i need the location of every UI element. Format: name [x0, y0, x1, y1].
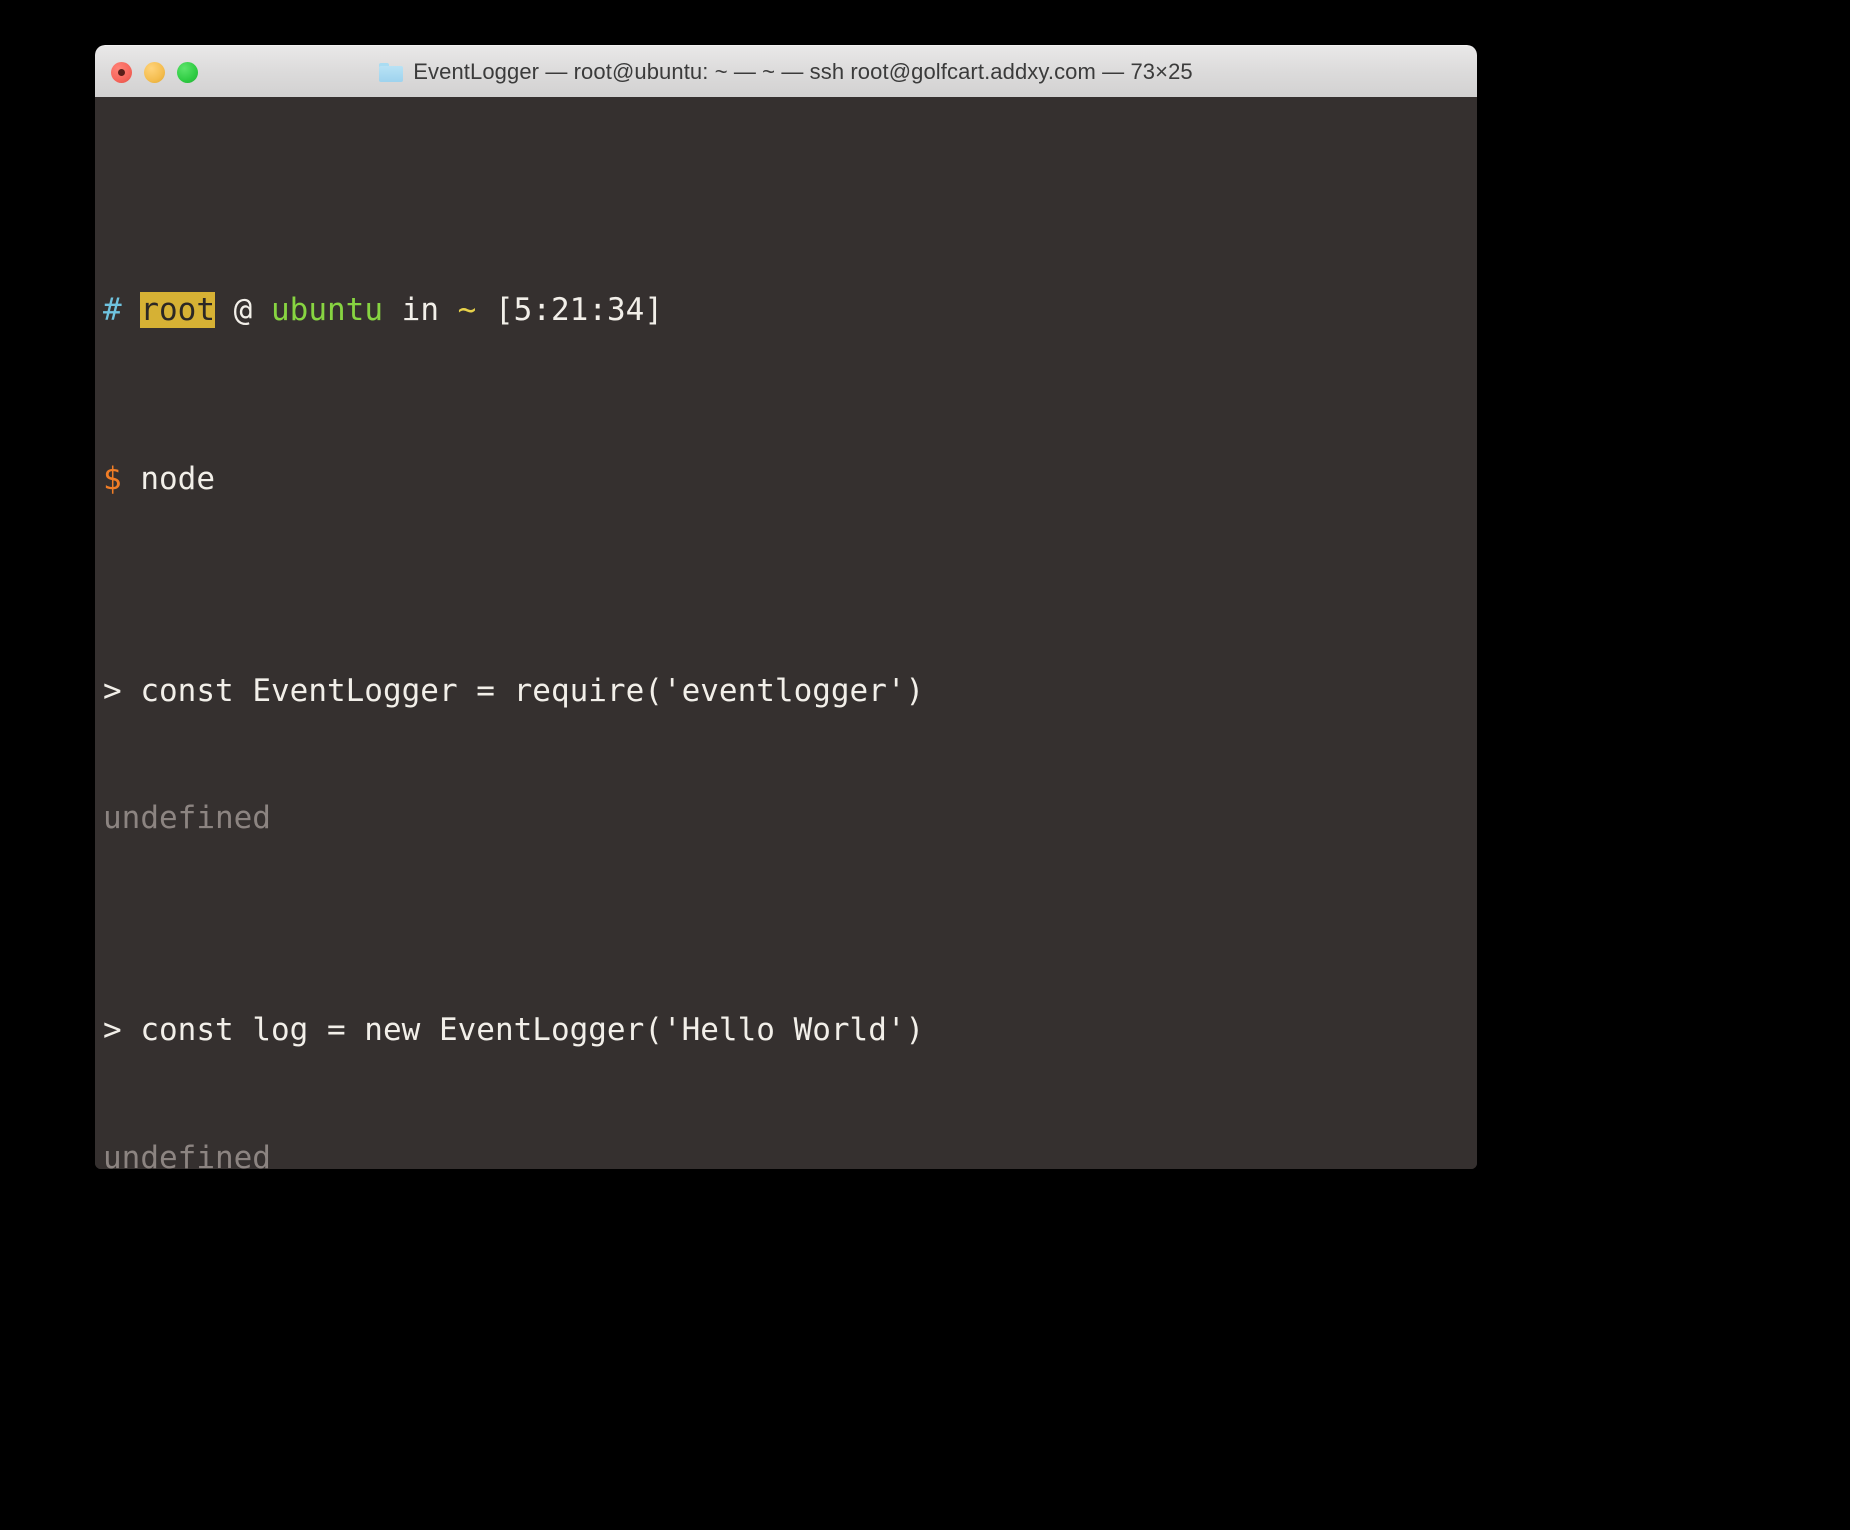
repl-input-text: const EventLogger = require('eventlogger…: [140, 673, 925, 710]
close-button[interactable]: [111, 61, 132, 83]
dollar-symbol: $: [103, 461, 122, 498]
window-title-text: EventLogger — root@ubuntu: ~ — ~ — ssh r…: [413, 59, 1193, 84]
prompt-at-symbol: @: [233, 291, 253, 328]
repl-prompt-symbol: >: [103, 673, 122, 710]
window-title-group: EventLogger — root@ubuntu: ~ — ~ — ssh r…: [379, 59, 1193, 85]
repl-input-text: const log = new EventLogger('Hello World…: [140, 1012, 925, 1049]
prompt-hash-symbol: #: [103, 291, 122, 328]
repl-input-line: > const EventLogger = require('eventlogg…: [103, 670, 1477, 712]
terminal-window: EventLogger — root@ubuntu: ~ — ~ — ssh r…: [95, 45, 1477, 1169]
repl-output-line: undefined: [103, 797, 1477, 839]
prompt-user: root: [140, 291, 215, 328]
terminal-output: # root @ ubuntu in ~ [5:21:34] $ node > …: [95, 119, 1477, 1169]
repl-prompt-symbol: >: [103, 1012, 122, 1049]
repl-output-text: undefined: [103, 1139, 271, 1169]
screen: EventLogger — root@ubuntu: ~ — ~ — ssh r…: [0, 0, 1850, 1530]
shell-prompt-line: # root @ ubuntu in ~ [5:21:34]: [103, 289, 1477, 331]
prompt-in-word: in: [401, 291, 439, 328]
window-titlebar[interactable]: EventLogger — root@ubuntu: ~ — ~ — ssh r…: [95, 45, 1477, 99]
prompt-cwd: ~: [457, 291, 477, 328]
terminal-body[interactable]: # root @ ubuntu in ~ [5:21:34] $ node > …: [95, 97, 1477, 1169]
prompt-timestamp: [5:21:34]: [495, 291, 663, 328]
repl-output-line: undefined: [103, 1137, 1477, 1169]
traffic-light-group: [111, 46, 198, 98]
repl-input-line: > const log = new EventLogger('Hello Wor…: [103, 1009, 1477, 1051]
command-line: $ node: [103, 458, 1477, 500]
minimize-button[interactable]: [144, 61, 165, 83]
folder-icon: [379, 62, 404, 82]
prompt-host: ubuntu: [271, 291, 383, 328]
repl-output-text: undefined: [103, 800, 271, 837]
maximize-button[interactable]: [177, 61, 198, 83]
command-text: node: [140, 461, 215, 498]
